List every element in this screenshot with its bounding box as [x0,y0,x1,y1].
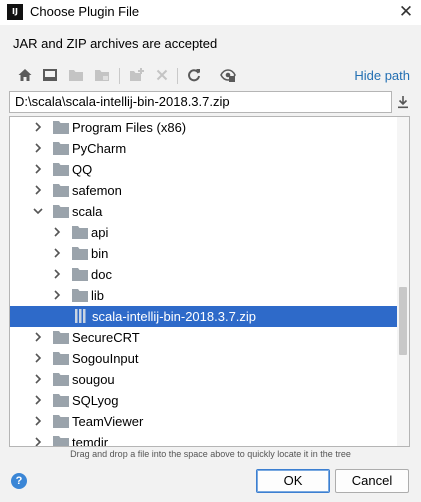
tree-row-label: temdir [72,435,109,447]
folder-icon [72,268,88,281]
chevron-right-icon[interactable] [32,331,44,343]
tree-folder-row[interactable]: Program Files (x86) [10,117,397,138]
folder-icon [53,331,69,344]
chevron-right-icon[interactable] [51,226,63,238]
tree-row-label: TeamViewer [72,414,144,429]
tree-row-label: doc [91,267,112,282]
tree-row-label: safemon [72,183,122,198]
refresh-icon[interactable] [186,67,202,83]
chevron-right-icon[interactable] [32,436,44,447]
folder-icon [53,163,69,176]
close-button[interactable]: ✕ [391,0,421,25]
module-folder-icon[interactable] [94,67,110,83]
tree-file-row[interactable]: scala-intellij-bin-2018.3.7.zip [10,306,397,327]
new-folder-icon[interactable] [129,67,145,83]
tree-folder-row[interactable]: TeamViewer [10,411,397,432]
folder-icon [53,373,69,386]
tree-row-label: SecureCRT [72,330,140,345]
drag-drop-hint: Drag and drop a file into the space abov… [70,449,351,459]
folder-icon [53,436,69,446]
window-title: Choose Plugin File [30,4,140,19]
show-hidden-icon[interactable] [220,67,236,83]
tree-folder-row[interactable]: scala [10,201,397,222]
tree-row-label: api [91,225,109,240]
hide-path-link[interactable]: Hide path [354,68,410,83]
folder-icon [72,289,88,302]
dialog-description: JAR and ZIP archives are accepted [13,36,218,51]
tree-folder-row[interactable]: QQ [10,159,397,180]
tree-folder-row[interactable]: api [10,222,397,243]
tree-folder-row[interactable]: SQLyog [10,390,397,411]
folder-icon [53,142,69,155]
project-folder-icon[interactable] [68,67,84,83]
chevron-right-icon[interactable] [51,268,63,280]
tree-folder-row[interactable]: SogouInput [10,348,397,369]
tree-folder-row[interactable]: bin [10,243,397,264]
folder-icon [53,121,69,134]
scrollbar-thumb[interactable] [399,287,407,355]
toolbar: Hide path [0,62,421,88]
tree-folder-row[interactable]: doc [10,264,397,285]
chevron-right-icon[interactable] [32,121,44,133]
chevron-right-icon[interactable] [51,247,63,259]
tree-row-label: PyCharm [72,141,127,156]
tree-folder-row[interactable]: temdir [10,432,397,447]
file-tree[interactable]: Program Files (x86) PyCharm QQ safemon scala… [9,116,410,447]
tree-row-label: SogouInput [72,351,139,366]
tree-row-label: SQLyog [72,393,119,408]
tree-row-label: bin [91,246,109,261]
chevron-right-icon[interactable] [32,184,44,196]
folder-icon [53,394,69,407]
download-icon[interactable] [395,94,411,110]
path-input[interactable]: D:\scala\scala-intellij-bin-2018.3.7.zip [9,91,392,113]
tree-folder-row[interactable]: lib [10,285,397,306]
intellij-app-icon: IJ [7,4,23,20]
chevron-right-icon[interactable] [32,373,44,385]
toolbar-separator [177,68,178,84]
archive-icon [75,309,86,323]
chevron-right-icon[interactable] [32,163,44,175]
tree-row-label: Program Files (x86) [72,120,187,135]
tree-row-label: sougou [72,372,115,387]
tree-row-label: lib [91,288,105,303]
desktop-icon[interactable] [42,67,58,83]
folder-icon [72,247,88,260]
tree-folder-row[interactable]: SecureCRT [10,327,397,348]
toolbar-separator [119,68,120,84]
chevron-right-icon[interactable] [32,352,44,364]
tree-folder-row[interactable]: PyCharm [10,138,397,159]
cancel-button[interactable]: Cancel [335,469,409,493]
chevron-right-icon[interactable] [32,142,44,154]
tree-folder-row[interactable]: safemon [10,180,397,201]
delete-icon[interactable] [154,67,170,83]
folder-icon [53,184,69,197]
folder-icon [53,205,69,218]
title-bar: IJ Choose Plugin File ✕ [0,0,421,25]
tree-folder-row[interactable]: sougou [10,369,397,390]
ok-button[interactable]: OK [256,469,330,493]
folder-icon [72,226,88,239]
help-button[interactable]: ? [11,473,27,489]
chevron-right-icon[interactable] [51,289,63,301]
file-tree-rows: Program Files (x86) PyCharm QQ safemon scala… [10,117,397,447]
chevron-down-icon[interactable] [32,205,44,217]
home-icon[interactable] [17,67,33,83]
chevron-right-icon[interactable] [32,394,44,406]
vertical-scrollbar[interactable] [397,117,409,446]
tree-row-label: scala-intellij-bin-2018.3.7.zip [92,309,257,324]
tree-row-label: scala [72,204,103,219]
tree-row-label: QQ [72,162,93,177]
chevron-right-icon[interactable] [32,415,44,427]
folder-icon [53,352,69,365]
folder-icon [53,415,69,428]
